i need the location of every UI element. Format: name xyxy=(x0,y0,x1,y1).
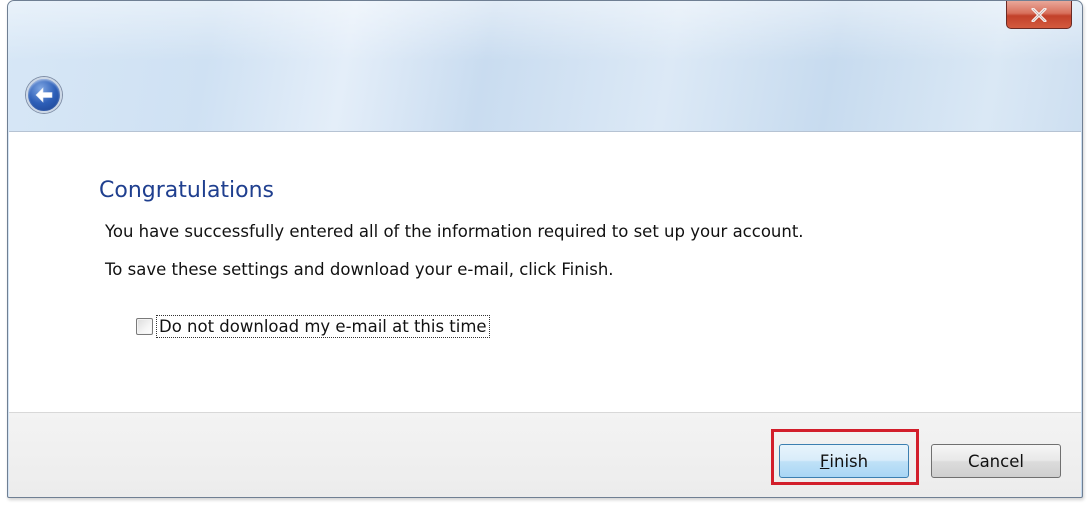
description-line-2: To save these settings and download your… xyxy=(105,260,614,279)
finish-label-rest: inish xyxy=(829,451,869,471)
cancel-button[interactable]: Cancel xyxy=(931,444,1061,478)
close-button[interactable] xyxy=(1006,1,1072,29)
title-bar-glass xyxy=(8,1,1082,61)
content-panel: Congratulations You have successfully en… xyxy=(9,131,1081,412)
back-button[interactable] xyxy=(26,77,62,113)
finish-button[interactable]: Finish xyxy=(779,444,909,478)
description-line-1: You have successfully entered all of the… xyxy=(105,222,804,241)
back-arrow-icon xyxy=(35,87,53,103)
do-not-download-option[interactable]: Do not download my e-mail at this time xyxy=(136,315,490,338)
close-icon xyxy=(1031,7,1047,22)
setup-dialog-window: Congratulations You have successfully en… xyxy=(7,0,1083,498)
page-title: Congratulations xyxy=(99,178,275,203)
do-not-download-checkbox[interactable] xyxy=(136,318,153,335)
button-bar: Finish Cancel xyxy=(9,412,1081,497)
do-not-download-label[interactable]: Do not download my e-mail at this time xyxy=(156,315,490,338)
finish-mnemonic: F xyxy=(819,451,830,471)
